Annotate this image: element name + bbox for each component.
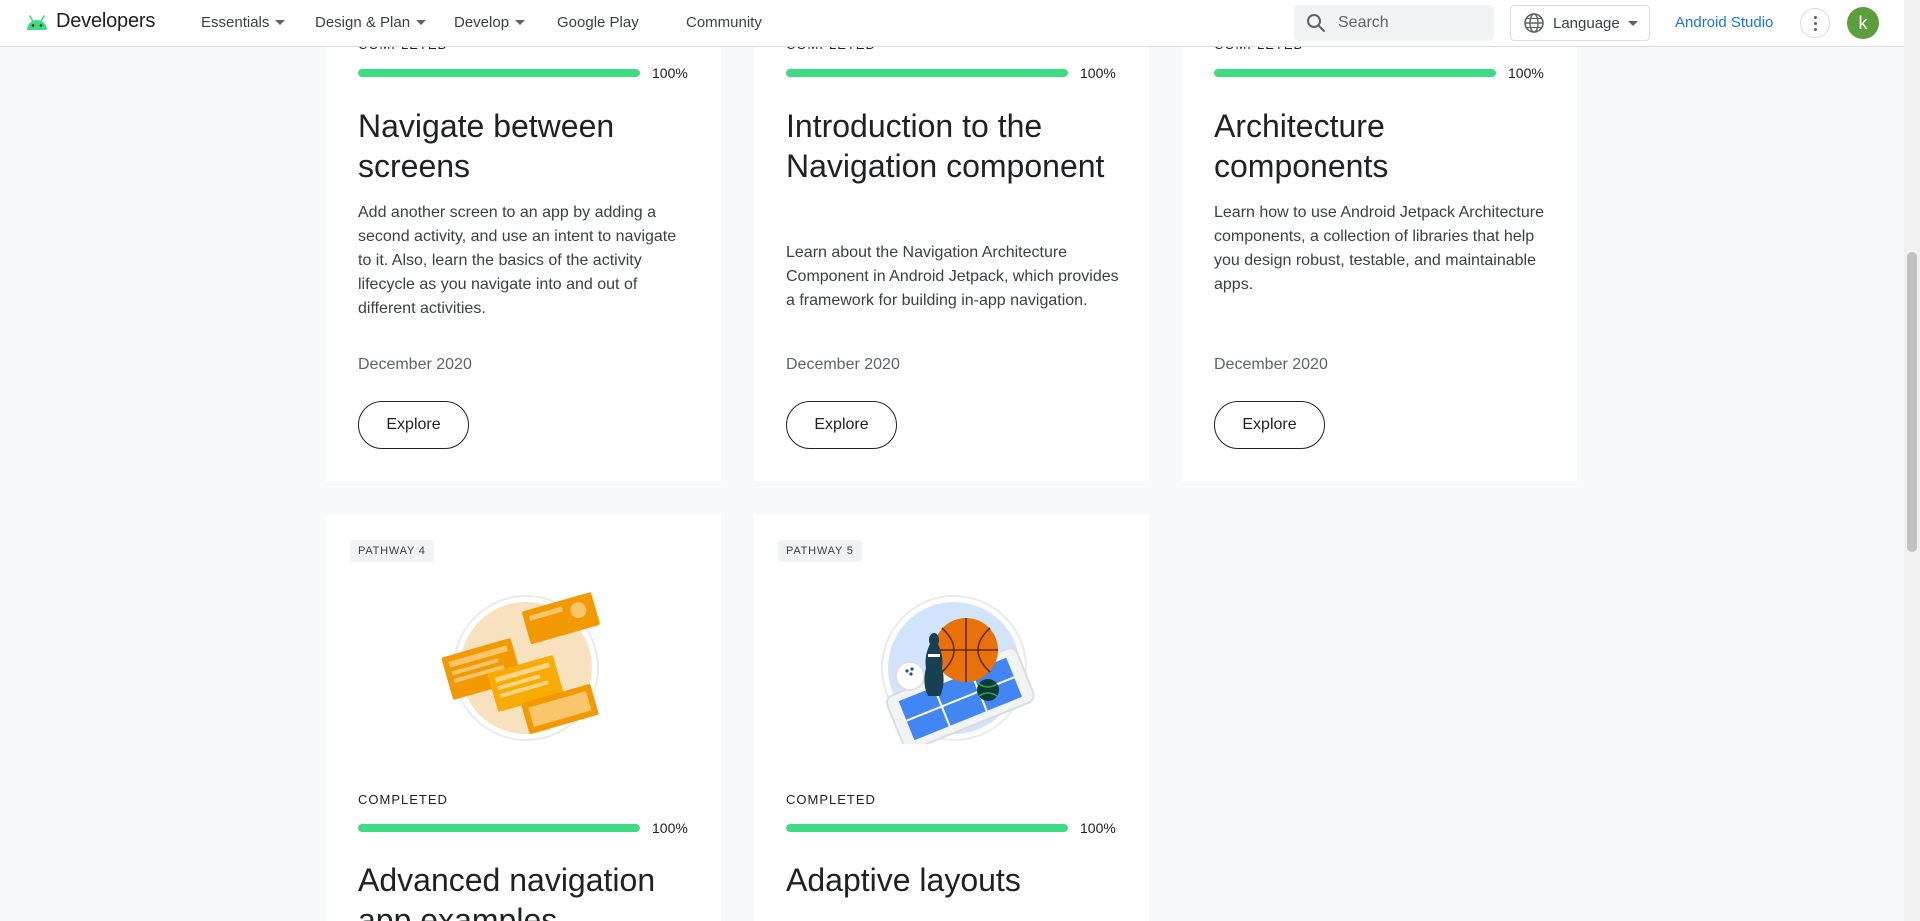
explore-button[interactable]: Explore (786, 401, 897, 449)
course-card: COMPLETED 100% Architecture components L… (1182, 0, 1577, 481)
progress-fill (1214, 69, 1496, 77)
explore-button[interactable]: Explore (358, 401, 469, 449)
nav-label: Google Play (557, 14, 639, 31)
progress-fill (786, 69, 1068, 77)
explore-button[interactable]: Explore (1214, 401, 1325, 449)
card-title: Adaptive layouts (786, 862, 1021, 898)
progress-percent: 100% (652, 65, 688, 81)
card-title: Advanced navigation app examples (358, 862, 656, 921)
nav-label: Community (686, 14, 762, 31)
progress-bar: 100% (786, 820, 1117, 836)
android-icon (27, 14, 47, 30)
nav-google-play[interactable]: Google Play (557, 14, 639, 31)
search-icon (1307, 14, 1325, 32)
language-select[interactable]: Language (1510, 5, 1650, 41)
progress-bar: 100% (786, 65, 1117, 81)
course-card: PATHWAY 5 COMPLETED 100% Adaptive layout… (754, 514, 1149, 921)
card-date: December 2020 (1214, 356, 1328, 373)
status-label: COMPLETED (358, 792, 448, 807)
status-label: COMPLETED (786, 792, 876, 807)
globe-icon (1524, 13, 1544, 33)
nav-essentials[interactable]: Essentials (201, 14, 286, 31)
caret-down-icon (416, 20, 427, 25)
layout-screens-illustration (441, 592, 600, 741)
more-options-button[interactable] (1800, 8, 1830, 38)
nav-community[interactable]: Community (686, 14, 762, 31)
developers-logo[interactable]: Developers (24, 10, 155, 33)
progress-percent: 100% (1508, 65, 1544, 81)
course-card: COMPLETED 100% Introduction to the Navig… (754, 0, 1149, 481)
progress-percent: 100% (652, 820, 688, 836)
nav-label: Develop (454, 14, 510, 31)
card-date: December 2020 (358, 356, 472, 373)
nav-label: Essentials (201, 14, 270, 31)
nav-design-plan[interactable]: Design & Plan (315, 14, 427, 31)
card-title: Architecture components (1214, 108, 1389, 184)
caret-down-icon (1627, 20, 1638, 26)
course-card: COMPLETED 100% Navigate between screens … (326, 0, 721, 481)
scrollbar-thumb[interactable] (1907, 252, 1917, 552)
progress-bar: 100% (358, 65, 689, 81)
android-studio-link[interactable]: Android Studio (1675, 14, 1773, 31)
card-date: December 2020 (786, 356, 900, 373)
search-placeholder: Search (1338, 14, 1389, 31)
progress-bar: 100% (358, 820, 689, 836)
progress-percent: 100% (1080, 820, 1116, 836)
top-app-bar: Developers Essentials Design & Plan Deve… (0, 0, 1904, 47)
card-description: Learn about the Navigation Architecture … (786, 244, 1119, 309)
card-description: Learn how to use Android Jetpack Archite… (1214, 204, 1544, 293)
card-title: Introduction to the Navigation component (786, 108, 1105, 184)
progress-bar: 100% (1214, 65, 1545, 81)
progress-track (786, 824, 1068, 832)
course-card: PATHWAY 4 COMPLETED 100% Advanced naviga… (326, 514, 721, 921)
adaptive-sports-illustration (881, 595, 1035, 744)
pathway-badge: PATHWAY 4 (350, 540, 434, 562)
card-title: Navigate between screens (358, 108, 615, 184)
progress-fill (358, 69, 640, 77)
caret-down-icon (275, 20, 286, 25)
logo-text: Developers (56, 10, 156, 32)
avatar[interactable]: k (1847, 7, 1879, 39)
nav-develop[interactable]: Develop (454, 14, 526, 31)
page-scrollbar[interactable] (1904, 0, 1920, 921)
caret-down-icon (515, 20, 526, 25)
nav-label: Design & Plan (315, 14, 411, 31)
more-vert-icon (1813, 15, 1817, 19)
more-vert-icon-dot (1813, 27, 1817, 31)
progress-track (358, 69, 640, 77)
card-description: Add another screen to an app by adding a… (358, 204, 677, 317)
progress-track (1214, 69, 1496, 77)
progress-fill (358, 824, 640, 832)
progress-track (786, 69, 1068, 77)
more-vert-icon-dot (1813, 21, 1817, 25)
progress-fill (786, 824, 1068, 832)
pathway-badge: PATHWAY 5 (778, 540, 862, 562)
language-label: Language (1553, 14, 1620, 32)
search-input[interactable]: Search (1294, 5, 1494, 41)
progress-track (358, 824, 640, 832)
progress-percent: 100% (1080, 65, 1116, 81)
